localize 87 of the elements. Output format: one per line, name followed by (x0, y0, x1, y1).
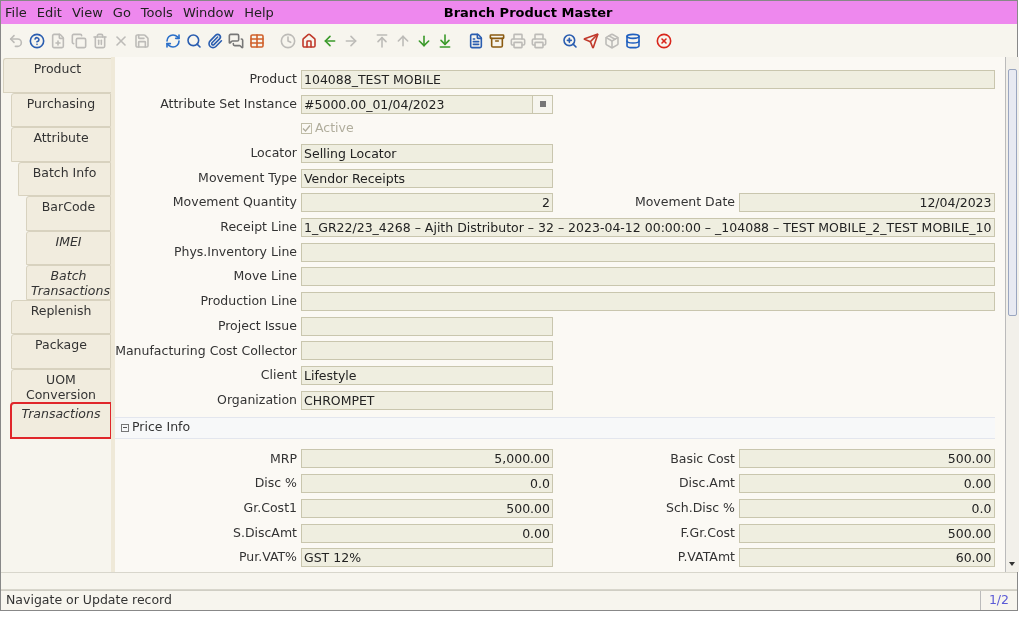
field-label: Movement Type (198, 168, 297, 187)
menu-item[interactable]: Go (112, 2, 131, 23)
section-title: Price Info (132, 418, 191, 437)
report-icon[interactable] (467, 32, 484, 49)
field-label: Receipt Line (220, 218, 297, 237)
archive-icon[interactable] (488, 32, 505, 49)
tab[interactable]: Package (11, 334, 111, 369)
field-label: Sch.Disc % (665, 498, 735, 517)
input-field[interactable]: 2 (301, 193, 553, 213)
section-header[interactable]: Price Info (115, 416, 995, 439)
menu-item[interactable]: Window (182, 2, 235, 23)
input-field[interactable] (301, 341, 553, 361)
tab[interactable]: Purchasing (11, 92, 111, 127)
grid-icon[interactable] (248, 32, 265, 49)
field-label: MRP (270, 449, 297, 468)
field-label: Move Line (233, 267, 297, 286)
tab[interactable]: Transactions (11, 403, 111, 438)
input-field[interactable]: 500.00 (301, 498, 553, 518)
input-field[interactable]: 5,000.00 (301, 449, 553, 469)
field-label: Basic Cost (670, 449, 735, 468)
input-field[interactable]: CHROMPET (301, 390, 553, 410)
field-label: Product (249, 69, 297, 88)
check-icon (302, 124, 311, 134)
input-field[interactable]: Vendor Receipts (301, 168, 553, 188)
tab[interactable]: Batch Transactions (26, 265, 111, 300)
input-field[interactable]: Lifestyle (301, 366, 553, 386)
input-field[interactable]: #5000.00_01/04/2023 (301, 94, 553, 114)
input-field[interactable]: 500.00 (739, 449, 995, 469)
field-label: Production Line (200, 292, 297, 311)
lookup-icon (539, 101, 546, 108)
zoom-icon[interactable] (561, 32, 578, 49)
menu-item[interactable]: Tools (140, 2, 173, 23)
field-label: Client (260, 366, 297, 385)
input-field[interactable] (301, 316, 553, 336)
field-label: Disc % (254, 474, 297, 493)
workflow-icon[interactable] (624, 32, 641, 49)
status-message: Navigate or Update record (5, 591, 172, 610)
field-label: Movement Date (634, 193, 735, 212)
field-label: Pur.VAT% (238, 548, 297, 567)
paperclip-icon[interactable] (206, 32, 223, 49)
home-icon[interactable] (300, 32, 317, 49)
input-field[interactable]: 104088_TEST MOBILE (301, 69, 995, 89)
record-counter: 1/2 (979, 591, 1017, 610)
field-label: S.DiscAmt (232, 523, 297, 542)
input-field[interactable]: 0.00 (301, 523, 553, 543)
search-icon[interactable] (185, 32, 202, 49)
tab[interactable]: Batch Info (18, 161, 111, 196)
request-icon[interactable] (582, 32, 599, 49)
input-field[interactable]: 60.00 (739, 548, 995, 568)
menu-item[interactable]: View (71, 2, 103, 23)
tab[interactable]: BarCode (26, 196, 111, 231)
input-field[interactable] (301, 267, 995, 287)
menu-item[interactable]: Edit (36, 2, 62, 23)
tab[interactable]: IMEI (26, 230, 111, 265)
field-label: Gr.Cost1 (243, 498, 297, 517)
refresh-icon[interactable] (164, 32, 181, 49)
field-label: Manufacturing Cost Collector (115, 341, 297, 360)
field-label: F.Gr.Cost (680, 523, 735, 542)
input-field[interactable]: 500.00 (739, 523, 995, 543)
menu-item[interactable]: Help (244, 2, 274, 23)
input-field[interactable]: 0.0 (301, 474, 553, 494)
input-field[interactable]: GST 12% (301, 548, 553, 568)
field-label: Disc.Amt (678, 474, 735, 493)
input-field[interactable]: 0.00 (739, 474, 995, 494)
field-label: Movement Quantity (172, 193, 297, 212)
input-field[interactable]: 1_GR22/23_4268 – Ajith Distributor – 32 – 2023-04-12 00:00:00 – _104088 – TEST MOBILE_2_TEST MOBILE_10 (301, 217, 995, 237)
field-label: Project Issue (217, 316, 297, 335)
tab[interactable]: Product (3, 58, 111, 93)
help-icon[interactable] (28, 32, 45, 49)
input-field[interactable] (301, 242, 995, 262)
tab[interactable]: Attribute (11, 127, 111, 162)
field-label: P.VATAmt (677, 548, 735, 567)
field-label: Phys.Inventory Line (173, 242, 297, 261)
field-label: Attribute Set Instance (160, 94, 297, 113)
field-label: Organization (217, 390, 297, 409)
close-icon[interactable] (655, 32, 672, 49)
input-field[interactable]: 12/04/2023 (739, 193, 995, 213)
chat-icon[interactable] (227, 32, 244, 49)
field-label: Locator (250, 144, 297, 163)
tab[interactable]: Replenish (11, 299, 111, 334)
collapse-icon (121, 423, 129, 432)
menu-item[interactable]: File (5, 2, 27, 23)
input-field[interactable]: Selling Locator (301, 143, 553, 163)
window-title: Branch Product Master (443, 3, 613, 22)
input-field[interactable]: 0.0 (739, 498, 995, 518)
input-field[interactable] (301, 292, 995, 312)
scrollbar[interactable] (1004, 57, 1019, 572)
